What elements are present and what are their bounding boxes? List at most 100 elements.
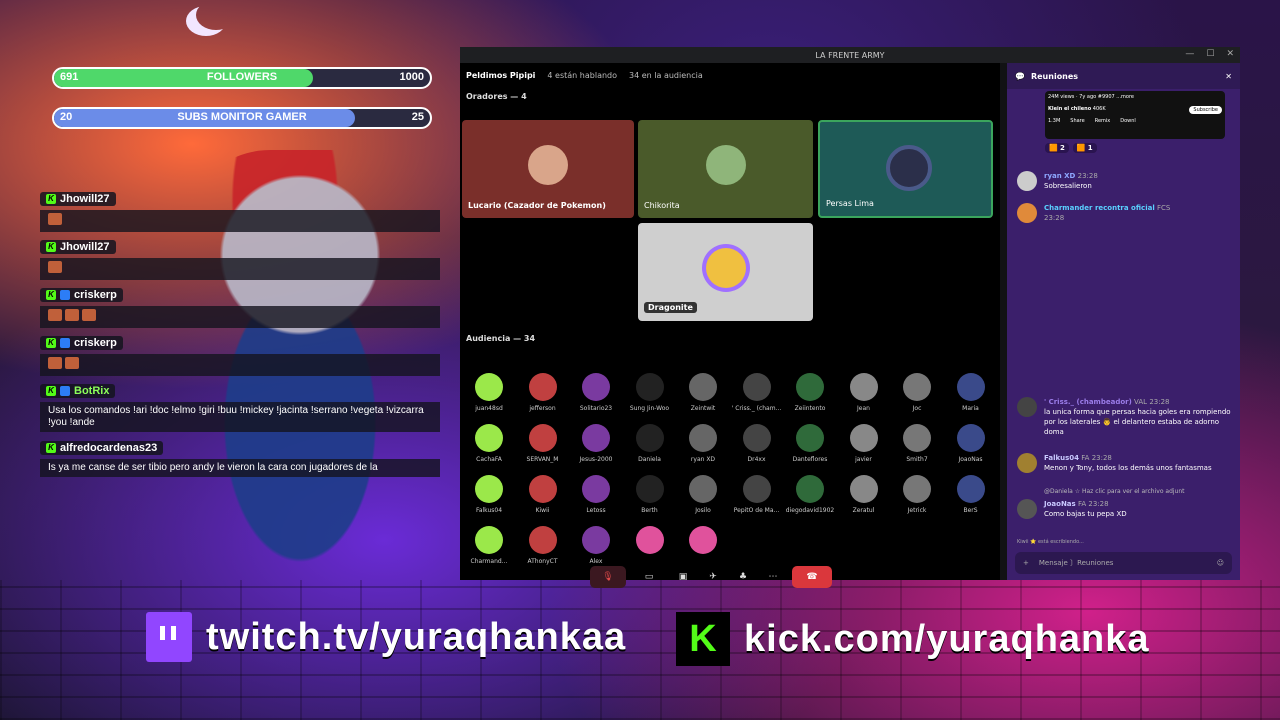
audience-member[interactable]: Solitario23 xyxy=(569,373,623,412)
chat-emote-line xyxy=(40,210,440,232)
audience-member[interactable]: PepitO de Ma... xyxy=(730,475,784,514)
kick-badge-icon: K xyxy=(46,242,56,252)
audience-member[interactable]: juan48sd xyxy=(462,373,516,412)
camera-off-button[interactable]: ▭ xyxy=(634,566,664,588)
avatar xyxy=(635,373,664,401)
avatar xyxy=(796,475,824,503)
message-author[interactable]: ' Criss._ (chambeador) xyxy=(1044,398,1132,406)
avatar xyxy=(956,475,985,503)
leave-stage-button[interactable]: ✈ xyxy=(702,566,724,588)
maximize-icon[interactable]: ☐ xyxy=(1206,49,1214,59)
embed-remix[interactable]: Remix xyxy=(1095,118,1111,124)
audience-member[interactable]: Jetrick xyxy=(890,475,944,514)
kick-logo-icon: K xyxy=(676,612,730,666)
speakers-section-header[interactable]: Oradores — 4 xyxy=(460,87,1000,105)
audience-member[interactable]: Smith7 xyxy=(890,424,944,463)
audience-member[interactable]: AThonyCT xyxy=(516,526,570,565)
audience-member[interactable]: Zeiintento xyxy=(783,373,837,412)
audience-member[interactable]: Dr4xx xyxy=(730,424,784,463)
message-author[interactable]: Falkus04 xyxy=(1044,454,1079,462)
subscriber-badge-icon xyxy=(60,338,70,348)
activity-button[interactable]: ♣ xyxy=(732,566,754,588)
reply-preview[interactable]: @Daniela ☆ Haz clic para ver el archivo … xyxy=(1017,487,1232,497)
twitch-link: twitch.tv/yuraqhankaa xyxy=(146,612,626,662)
mute-mic-button[interactable]: 🎙 xyxy=(590,566,626,588)
audience-name: Solitario23 xyxy=(579,405,613,412)
audience-name: ' Criss._ (cham... xyxy=(731,405,782,412)
speaker-tile[interactable]: Dragonite xyxy=(638,223,813,321)
audience-member[interactable]: Jesus-2000 xyxy=(569,424,623,463)
audience-member[interactable]: Letoss xyxy=(569,475,623,514)
embed-channel: Klein el chileno xyxy=(1048,106,1092,112)
avatar xyxy=(956,424,985,452)
audience-member[interactable]: Falkus04 xyxy=(462,475,516,514)
audience-member[interactable] xyxy=(623,526,677,558)
audience-member[interactable]: CachaFA xyxy=(462,424,516,463)
audience-member[interactable]: Zeratul xyxy=(837,475,891,514)
audience-name: Sung Jin-Woo xyxy=(629,405,670,412)
message-author[interactable]: Charmander recontra oficial xyxy=(1044,204,1155,212)
audience-member[interactable]: BerS xyxy=(944,475,998,514)
audience-member[interactable]: Alex xyxy=(569,526,623,565)
audience-member[interactable]: Joc xyxy=(890,373,944,412)
add-attachment-icon[interactable]: + xyxy=(1023,559,1029,567)
avatar xyxy=(689,526,717,554)
audience-member[interactable]: diegodavid1902 xyxy=(783,475,837,514)
message-text: Sobresalieron xyxy=(1044,182,1092,190)
avatar xyxy=(475,373,503,401)
reaction-chip[interactable]: 🟧 1 xyxy=(1072,143,1097,153)
message-author[interactable]: ryan XD xyxy=(1044,172,1075,180)
message-composer[interactable]: + Mensaje 〕Reuniones ☺ xyxy=(1015,552,1232,574)
chat-username: K Jhowill27 xyxy=(40,192,116,206)
disconnect-button[interactable]: ☎ xyxy=(792,566,832,588)
emoji-icon[interactable]: ☺ xyxy=(1217,559,1224,567)
video-embed[interactable]: 24M views · 7y ago #9907 ...more Klein e… xyxy=(1045,91,1225,139)
moon-decoration xyxy=(196,0,236,30)
avatar xyxy=(582,526,610,554)
twitch-url: twitch.tv/yuraqhankaa xyxy=(206,615,627,658)
avatar xyxy=(1017,397,1037,417)
audience-member[interactable]: Sung Jin-Woo xyxy=(623,373,677,412)
bot-badge-icon xyxy=(60,386,70,396)
share-screen-button[interactable]: ▣ xyxy=(672,566,694,588)
speaker-name: Dragonite xyxy=(644,302,697,313)
subscribe-button[interactable]: Subscribe xyxy=(1189,106,1222,114)
audience-member[interactable]: jefferson xyxy=(516,373,570,412)
audience-member[interactable]: Josilo xyxy=(676,475,730,514)
speaker-tile[interactable]: Persas Lima xyxy=(818,120,993,218)
speaker-tile[interactable]: Chikorita xyxy=(638,120,813,218)
embed-share[interactable]: Share xyxy=(1070,118,1084,124)
audience-member[interactable]: Daniela xyxy=(623,424,677,463)
message-author[interactable]: JoaoNas xyxy=(1044,500,1076,508)
audience-member[interactable]: JoaoNas xyxy=(944,424,998,463)
audience-section-header[interactable]: Audiencia — 34 xyxy=(460,329,541,347)
audience-member[interactable]: Charmand... xyxy=(462,526,516,565)
audience-name: JoaoNas xyxy=(958,456,983,463)
embed-download[interactable]: Downl xyxy=(1120,118,1136,124)
audience-count: 34 en la audiencia xyxy=(629,70,703,80)
audience-member[interactable]: Danteflores xyxy=(783,424,837,463)
emote-icon xyxy=(82,309,96,321)
audience-member[interactable]: ' Criss._ (cham... xyxy=(730,373,784,412)
audience-member[interactable]: javier xyxy=(837,424,891,463)
speaker-tile[interactable]: Lucario (Cazador de Pokemon) xyxy=(462,120,634,218)
minimize-icon[interactable]: — xyxy=(1185,49,1194,59)
avatar xyxy=(849,373,878,401)
subs-goal: 25 xyxy=(411,111,424,123)
audience-member[interactable]: Maria xyxy=(944,373,998,412)
audience-member[interactable]: Berth xyxy=(623,475,677,514)
audience-member[interactable]: SERVAN_M xyxy=(516,424,570,463)
audience-member[interactable]: Kiwii xyxy=(516,475,570,514)
audience-member[interactable]: Jean xyxy=(837,373,891,412)
close-panel-icon[interactable]: ✕ xyxy=(1225,72,1232,81)
audience-member[interactable] xyxy=(676,526,730,558)
chat-message: Kcriskerp xyxy=(40,330,440,376)
audience-name: Charmand... xyxy=(470,558,508,565)
reaction-chip[interactable]: 🟧 2 xyxy=(1045,143,1069,153)
more-options-icon[interactable]: ⋯ xyxy=(762,566,784,588)
audience-member[interactable]: Zeintwit xyxy=(676,373,730,412)
message-input[interactable]: Mensaje 〕Reuniones xyxy=(1039,558,1114,568)
panel-title: Reuniones xyxy=(1030,71,1079,81)
close-icon[interactable]: ✕ xyxy=(1226,49,1234,59)
audience-member[interactable]: ryan XD xyxy=(676,424,730,463)
